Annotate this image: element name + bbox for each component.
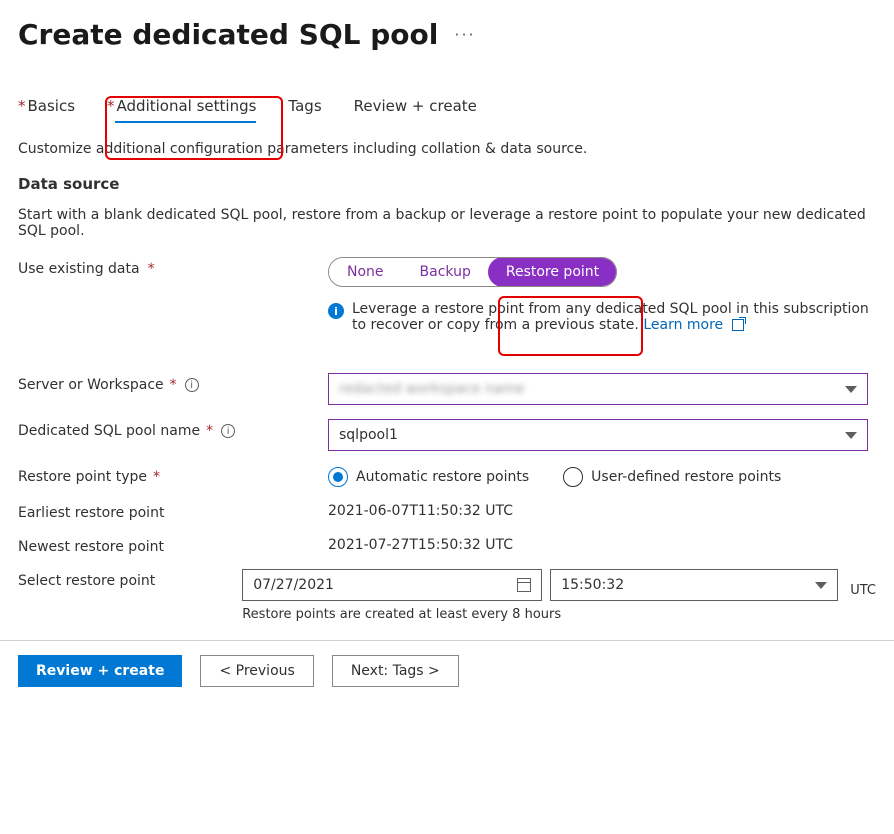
radio-icon <box>328 467 348 487</box>
tab-review-create[interactable]: Review + create <box>354 91 477 121</box>
chevron-down-icon <box>845 432 857 439</box>
segmented-use-existing-data: None Backup Restore point <box>328 257 617 287</box>
data-source-description: Start with a blank dedicated SQL pool, r… <box>18 207 876 239</box>
next-button[interactable]: Next: Tags > <box>332 655 459 687</box>
label-select-restore-point: Select restore point <box>18 569 242 589</box>
calendar-icon <box>517 578 531 592</box>
radio-icon <box>563 467 583 487</box>
restore-point-time-value: 15:50:32 <box>561 577 624 593</box>
help-icon[interactable]: i <box>221 424 235 438</box>
segmented-option-none[interactable]: None <box>329 258 402 286</box>
label-pool-name: Dedicated SQL pool name* i <box>18 419 328 439</box>
restore-point-type-radio-group: Automatic restore points User-defined re… <box>328 465 876 487</box>
label-earliest-restore-point: Earliest restore point <box>18 501 328 521</box>
section-heading-data-source: Data source <box>18 175 876 193</box>
server-or-workspace-select[interactable]: redacted workspace name <box>328 373 868 405</box>
wizard-footer: Review + create < Previous Next: Tags > <box>0 641 894 705</box>
value-earliest-restore-point: 2021-06-07T11:50:32 UTC <box>328 501 876 519</box>
help-icon[interactable]: i <box>185 378 199 392</box>
label-newest-restore-point: Newest restore point <box>18 535 328 555</box>
more-actions-icon[interactable]: ··· <box>454 25 475 44</box>
label-server-or-workspace: Server or Workspace* i <box>18 373 328 393</box>
external-link-icon <box>732 319 744 331</box>
pool-name-value: sqlpool1 <box>339 427 398 443</box>
radio-automatic-restore-points[interactable]: Automatic restore points <box>328 467 529 487</box>
pool-name-select[interactable]: sqlpool1 <box>328 419 868 451</box>
tab-bar: *Basics *Additional settings Tags Review… <box>18 91 876 121</box>
label-use-existing-data: Use existing data* <box>18 257 328 277</box>
segmented-option-backup[interactable]: Backup <box>402 258 489 286</box>
tab-basics[interactable]: *Basics <box>18 91 75 121</box>
restore-point-note: Restore points are created at least ever… <box>242 607 876 622</box>
info-text: Leverage a restore point from any dedica… <box>352 301 876 333</box>
restore-point-date-value: 07/27/2021 <box>253 577 334 593</box>
chevron-down-icon <box>845 386 857 393</box>
chevron-down-icon <box>815 582 827 589</box>
restore-point-date-input[interactable]: 07/27/2021 <box>242 569 542 601</box>
tab-additional-settings[interactable]: *Additional settings <box>107 91 256 121</box>
value-newest-restore-point: 2021-07-27T15:50:32 UTC <box>328 535 876 553</box>
page-title: Create dedicated SQL pool <box>18 18 438 51</box>
learn-more-link[interactable]: Learn more <box>643 317 743 333</box>
radio-user-defined-restore-points[interactable]: User-defined restore points <box>563 467 781 487</box>
intro-text: Customize additional configuration param… <box>18 141 876 157</box>
server-or-workspace-value: redacted workspace name <box>339 381 525 397</box>
tab-tags[interactable]: Tags <box>288 91 321 121</box>
label-restore-point-type: Restore point type* <box>18 465 328 485</box>
previous-button[interactable]: < Previous <box>200 655 313 687</box>
review-create-button[interactable]: Review + create <box>18 655 182 687</box>
utc-label: UTC <box>850 573 876 598</box>
segmented-option-restore-point[interactable]: Restore point <box>488 257 617 287</box>
restore-point-time-select[interactable]: 15:50:32 <box>550 569 838 601</box>
info-icon: i <box>328 303 344 319</box>
